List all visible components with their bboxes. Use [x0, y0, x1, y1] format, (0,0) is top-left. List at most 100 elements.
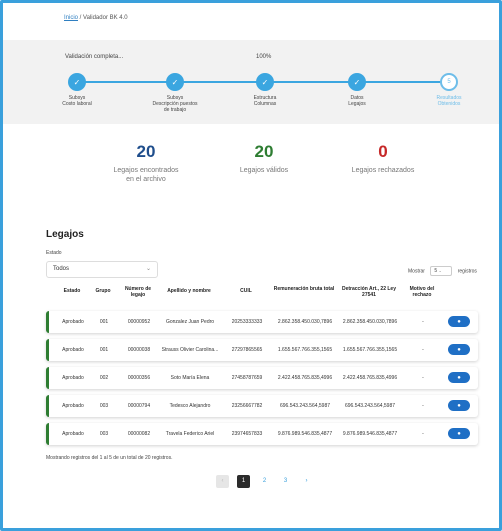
cell-nombre: Strauss Olivier Carolina...	[161, 347, 219, 353]
step-5-label: Resultados Obtenidos	[436, 95, 462, 107]
cell-legajo: 00000794	[127, 403, 151, 409]
view-button[interactable]: ●	[448, 316, 470, 327]
cell-remuneracion: 1.655.567.766.355,1565	[277, 347, 333, 353]
cell-remuneracion: 9.876.989.546.835,4877	[277, 431, 333, 437]
eye-icon: ●	[457, 374, 461, 381]
table-header: Estado Grupo Número de legajo Apellido y…	[46, 286, 480, 306]
stat-valid-label: Legajos válidos	[239, 167, 289, 174]
status-filter-value: Todos	[53, 266, 70, 272]
cell-legajo: 00000038	[127, 347, 151, 353]
table-row: Aprobado 003 00000082 Travela Federico A…	[46, 423, 478, 445]
cell-motivo: -	[422, 319, 424, 325]
cell-detraccion: 2.422.458.765.835,4996	[342, 375, 398, 381]
step-2-label: Subsys Descripción puestos de trabajo	[152, 95, 198, 113]
chevron-left-icon: ‹	[221, 478, 224, 484]
pagination: ‹ 1 2 3 ›	[216, 474, 313, 488]
eye-icon: ●	[457, 402, 461, 409]
status-filter-select[interactable]: Todos ⌄	[46, 261, 158, 278]
cell-detraccion: 2.862.358.450.030,7896	[342, 319, 398, 325]
cell-motivo: -	[422, 431, 424, 437]
header-remuneracion: Remuneración bruta total	[273, 286, 335, 292]
cell-grupo: 001	[99, 347, 109, 353]
stat-valid-value: 20	[254, 142, 274, 161]
page-button-2[interactable]: 2	[258, 475, 271, 488]
progress-panel: Validación completa... 100% ✓ Subsys Cos…	[3, 40, 499, 124]
header-estado: Estado	[63, 288, 81, 294]
cell-remuneracion: 696.543.243.564,5987	[279, 403, 331, 409]
eye-icon: ●	[457, 430, 461, 437]
view-button[interactable]: ●	[448, 428, 470, 439]
table-row: Aprobado 002 00000356 Soto María Elena 2…	[46, 367, 478, 389]
cell-motivo: -	[422, 403, 424, 409]
step-5: 5 Resultados Obtenidos	[409, 73, 489, 107]
step-3-label: Estructura Columnas	[253, 95, 277, 107]
chevron-down-icon: ⌄	[145, 266, 151, 272]
cell-estado: Aprobado	[62, 431, 84, 437]
page-button-3[interactable]: 3	[279, 475, 292, 488]
cell-grupo: 003	[99, 431, 109, 437]
stat-found: 20 Legajos encontrados en el archivo	[86, 142, 206, 184]
cell-nombre: Travela Federico Ariel	[165, 431, 215, 437]
eye-icon: ●	[457, 318, 461, 325]
check-icon: ✓	[166, 73, 184, 91]
chevron-down-icon: ⌄	[438, 268, 442, 273]
show-suffix: registros	[457, 268, 477, 275]
stat-valid: 20 Legajos válidos	[204, 142, 324, 175]
cell-motivo: -	[422, 347, 424, 353]
step-1: ✓ Subsys Costo laboral	[37, 73, 117, 107]
next-page-button[interactable]: ›	[300, 475, 313, 488]
cell-cuil: 27297865565	[231, 347, 263, 353]
step-4-label: Datos Legajos	[348, 95, 366, 107]
cell-detraccion: 1.655.567.766.355,1565	[342, 347, 398, 353]
breadcrumb: Inicio / Validador BK 4.0	[64, 15, 128, 21]
cell-estado: Aprobado	[62, 375, 84, 381]
step-4: ✓ Datos Legajos	[317, 73, 397, 107]
progress-percent: 100%	[256, 54, 272, 60]
stat-found-value: 20	[136, 142, 156, 161]
cell-motivo: -	[422, 375, 424, 381]
step-2: ✓ Subsys Descripción puestos de trabajo	[135, 73, 215, 113]
cell-nombre: Soto María Elena	[170, 375, 210, 381]
table-row: Aprobado 001 00000038 Strauss Olivier Ca…	[46, 339, 478, 361]
cell-estado: Aprobado	[62, 403, 84, 409]
prev-page-button[interactable]: ‹	[216, 474, 229, 488]
header-legajo: Número de legajo	[124, 286, 152, 298]
show-label: Mostrar	[408, 268, 425, 275]
cell-nombre: Gonzalez Juan Pedro	[165, 319, 215, 325]
page-size-control: Mostrar 5 ⌄ registros	[408, 266, 477, 276]
stat-rejected-value: 0	[378, 142, 388, 161]
check-icon: ✓	[68, 73, 86, 91]
cell-legajo: 00000952	[127, 319, 151, 325]
cell-remuneracion: 2.422.458.765.835,4996	[277, 375, 333, 381]
page-size-value: 5	[434, 268, 438, 274]
header-motivo: Motivo del rechazo	[409, 286, 435, 298]
stat-rejected-label: Legajos rechazados	[351, 167, 415, 174]
header-detraccion: Detracción Art., 22 Ley 27541	[341, 286, 396, 298]
cell-cuil: 23256667782	[231, 403, 263, 409]
filter-label: Estado	[46, 250, 62, 256]
check-icon: ✓	[256, 73, 274, 91]
page-button-1[interactable]: 1	[237, 474, 250, 488]
table-row: Aprobado 001 00000952 Gonzalez Juan Pedr…	[46, 311, 478, 333]
view-button[interactable]: ●	[448, 372, 470, 383]
page-size-select[interactable]: 5 ⌄	[430, 266, 453, 276]
cell-cuil: 20253333333	[231, 319, 263, 325]
cell-cuil: 23974657833	[231, 431, 263, 437]
step-5-number: 5	[440, 73, 458, 91]
view-button[interactable]: ●	[448, 344, 470, 355]
breadcrumb-current: Validador BK 4.0	[83, 15, 128, 21]
cell-grupo: 002	[99, 375, 109, 381]
header-nombre: Apellido y nombre	[167, 288, 211, 294]
step-3: ✓ Estructura Columnas	[225, 73, 305, 107]
cell-detraccion: 9.876.989.546.835,4877	[342, 431, 398, 437]
stats-summary: 20 Legajos encontrados en el archivo 20 …	[0, 142, 502, 202]
cell-legajo: 00000082	[127, 431, 151, 437]
stat-found-label: Legajos encontrados en el archivo	[113, 167, 179, 183]
stat-rejected: 0 Legajos rechazados	[323, 142, 443, 175]
section-title: Legajos	[46, 229, 84, 240]
cell-legajo: 00000356	[127, 375, 151, 381]
view-button[interactable]: ●	[448, 400, 470, 411]
header-cuil: CUIL	[240, 288, 252, 294]
breadcrumb-home-link[interactable]: Inicio	[64, 15, 78, 21]
cell-grupo: 003	[99, 403, 109, 409]
